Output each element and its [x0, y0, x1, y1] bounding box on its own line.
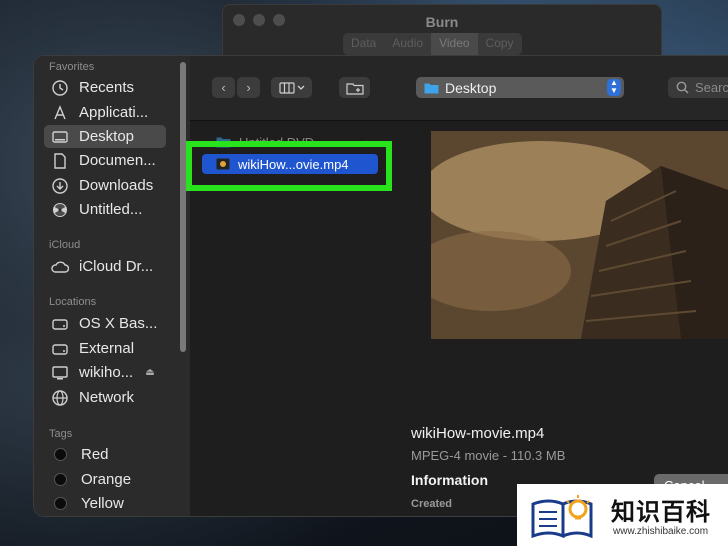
chevron-left-icon: ‹ [221, 80, 226, 95]
sidebar-scrollbar[interactable] [180, 62, 186, 352]
globe-icon [51, 389, 69, 407]
section-locations: Locations [49, 296, 97, 308]
tab-video[interactable]: Video [431, 33, 478, 55]
section-favorites: Favorites [49, 61, 95, 73]
sidebar-item-recents[interactable]: Recents [44, 76, 166, 99]
section-tags: Tags [49, 428, 73, 440]
sidebar-item-label: OS X Bas... [79, 315, 158, 332]
sidebar-item-tag-red[interactable]: Red [44, 443, 166, 466]
tag-dot-icon [54, 497, 67, 510]
sidebar-item-label: Network [79, 389, 135, 406]
tab-data[interactable]: Data [343, 33, 384, 55]
tag-dot-icon [54, 473, 67, 486]
search-placeholder: Search [695, 80, 728, 95]
sidebar-item-os-x-base[interactable]: OS X Bas... [44, 312, 166, 335]
tag-dot-icon [54, 448, 67, 461]
drive-icon [51, 340, 69, 358]
forward-button[interactable]: › [237, 77, 260, 98]
preview-created-label: Created [411, 498, 452, 510]
sidebar-item-label: External [79, 340, 135, 357]
tab-audio[interactable]: Audio [384, 33, 431, 55]
sidebar-item-label: Applicati... [79, 104, 149, 121]
sidebar: Favorites Recents Applicati... Desktop D… [34, 56, 191, 516]
sidebar-item-downloads[interactable]: Downloads [44, 174, 166, 197]
new-folder-button[interactable] [339, 77, 370, 98]
window-title: Burn [425, 14, 459, 30]
back-button[interactable]: ‹ [212, 77, 235, 98]
video-thumbnail [431, 131, 728, 339]
sidebar-item-label: Yellow [81, 495, 124, 512]
sidebar-item-wikihow[interactable]: wikiho... ⏏ [44, 361, 166, 384]
chevron-up-down-icon: ▲ ▼ [607, 79, 621, 96]
chevron-right-icon: › [246, 80, 251, 95]
open-file-dialog: Favorites Recents Applicati... Desktop D… [34, 56, 728, 516]
folder-icon [424, 83, 439, 93]
burn-tab-bar: Data Audio Video Copy [343, 33, 522, 55]
highlight-box [186, 141, 392, 191]
sidebar-item-desktop[interactable]: Desktop [44, 125, 166, 148]
new-folder-icon [345, 82, 364, 95]
sidebar-item-label: Red [81, 446, 109, 463]
cloud-icon [51, 258, 69, 276]
sidebar-item-tag-orange[interactable]: Orange [44, 468, 166, 491]
tab-copy[interactable]: Copy [478, 33, 522, 55]
burn-disc-icon [51, 201, 69, 219]
location-select[interactable]: Desktop ▲ ▼ [416, 77, 624, 98]
sidebar-item-tag-yellow[interactable]: Yellow [44, 492, 166, 515]
book-lightbulb-logo-icon [531, 495, 593, 538]
sidebar-item-label: Documen... [79, 152, 156, 169]
sidebar-item-label: Desktop [79, 128, 135, 145]
section-icloud: iCloud [49, 239, 81, 251]
location-label: Desktop [445, 79, 497, 96]
clock-icon [51, 79, 69, 97]
toolbar: ‹ › Desktop ▲▼ Search [190, 56, 728, 121]
preview-info-header: Information [411, 472, 488, 488]
watermark-text: 知识百科 [611, 498, 711, 526]
sidebar-item-network[interactable]: Network [44, 386, 166, 409]
sidebar-item-label: Downloads [79, 177, 154, 194]
eject-icon[interactable]: ⏏ [145, 367, 154, 378]
watermark: 知识百科 www.zhishibaike.com [517, 484, 728, 546]
view-options-button[interactable] [271, 77, 312, 98]
sidebar-item-external[interactable]: External [44, 337, 166, 360]
preview-kind: MPEG-4 movie - 110.3 MB [411, 448, 566, 463]
sidebar-item-icloud-drive[interactable]: iCloud Dr... [44, 255, 166, 278]
drive-icon [51, 315, 69, 333]
watermark-url: www.zhishibaike.com [613, 526, 709, 537]
desktop-icon [51, 128, 69, 146]
sidebar-item-label: Untitled... [79, 201, 143, 218]
sidebar-item-label: Orange [81, 471, 132, 488]
sidebar-item-label: Recents [79, 79, 135, 96]
column-view-icon [278, 81, 304, 94]
computer-icon [51, 364, 69, 382]
preview-pane: wikiHow-movie.mp4 MPEG-4 movie - 110.3 M… [386, 121, 728, 516]
preview-filename: wikiHow-movie.mp4 [411, 425, 545, 442]
sidebar-item-documents[interactable]: Documen... [44, 149, 166, 172]
search-icon [676, 81, 689, 94]
search-input[interactable]: Search [668, 77, 728, 98]
download-icon [51, 177, 69, 195]
sidebar-item-label: wikiho... [79, 364, 134, 381]
sidebar-item-untitled[interactable]: Untitled... [44, 198, 166, 221]
sidebar-item-applications[interactable]: Applicati... [44, 101, 166, 124]
document-icon [51, 152, 69, 170]
sidebar-item-label: iCloud Dr... [79, 258, 154, 275]
applications-icon [51, 104, 69, 122]
